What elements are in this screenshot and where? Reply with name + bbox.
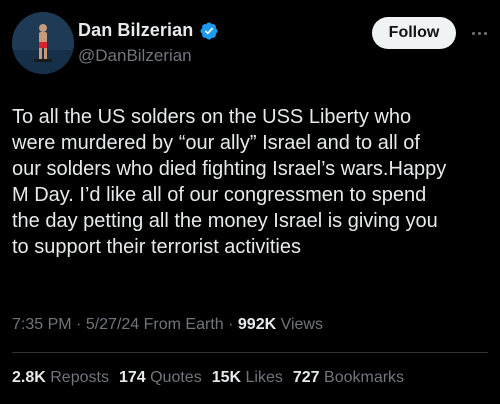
divider <box>12 352 488 353</box>
reposts-count: 2.8K <box>12 369 46 386</box>
engagement-stats: 2.8K Reposts 174 Quotes 15K Likes 727 Bo… <box>12 369 404 387</box>
bookmarks-stat[interactable]: 727 Bookmarks <box>293 369 404 387</box>
bookmarks-label: Bookmarks <box>324 369 405 386</box>
likes-stat[interactable]: 15K Likes <box>212 369 283 387</box>
reposts-label: Reposts <box>50 369 109 386</box>
author-display-name[interactable]: Dan Bilzerian <box>78 20 193 41</box>
tweet-meta: 7:35 PM · 5/27/24 From Earth · 992K View… <box>12 316 323 334</box>
dot <box>477 31 481 35</box>
avatar-image <box>12 12 74 74</box>
meta-separator: · <box>71 316 86 333</box>
meta-separator: · <box>223 316 238 333</box>
quotes-label: Quotes <box>150 369 202 386</box>
tweet-time[interactable]: 7:35 PM <box>12 316 72 333</box>
tweet-location: From Earth <box>139 316 224 333</box>
reposts-stat[interactable]: 2.8K Reposts <box>12 369 109 387</box>
author-name-row: Dan Bilzerian <box>78 20 219 41</box>
more-options-icon[interactable] <box>467 24 491 42</box>
tweet-text: To all the US solders on the USS Liberty… <box>12 106 447 258</box>
follow-button[interactable]: Follow <box>372 17 456 49</box>
views-count: 992K <box>237 316 277 333</box>
author-handle[interactable]: @DanBilzerian <box>78 46 192 66</box>
dot <box>483 31 487 35</box>
likes-label: Likes <box>245 369 283 386</box>
views-label: Views <box>276 316 323 333</box>
bookmarks-count: 727 <box>292 369 320 386</box>
tweet-card: Dan Bilzerian @DanBilzerian Follow To al… <box>0 0 500 404</box>
quotes-count: 174 <box>118 369 146 386</box>
avatar[interactable] <box>12 12 74 74</box>
verified-badge-icon <box>200 21 218 40</box>
likes-count: 15K <box>211 369 242 386</box>
tweet-date[interactable]: 5/27/24 <box>86 316 139 333</box>
quotes-stat[interactable]: 174 Quotes <box>119 369 202 387</box>
dot <box>471 31 475 35</box>
